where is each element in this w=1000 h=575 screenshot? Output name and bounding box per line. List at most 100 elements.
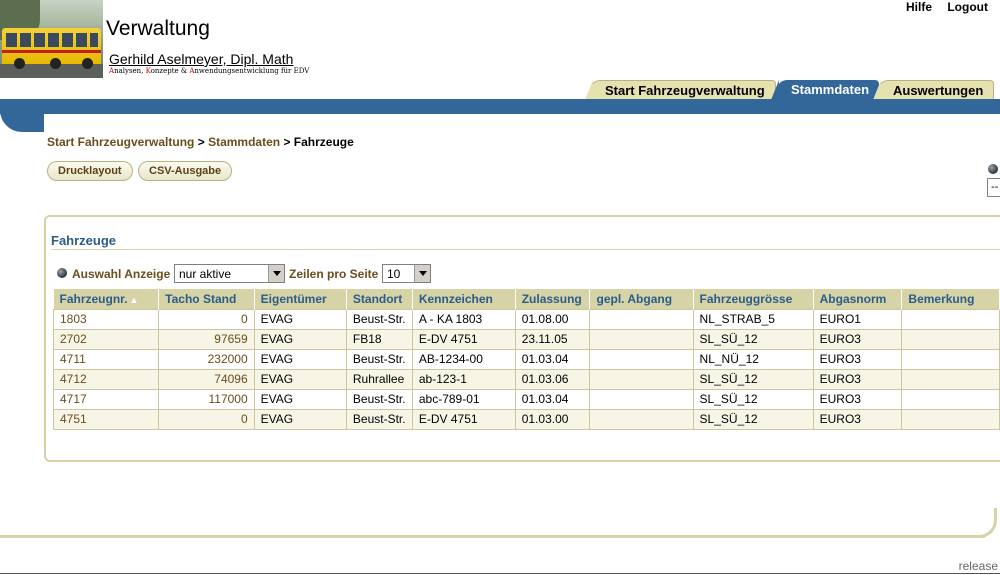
table-cell: EURO3: [812, 388, 903, 410]
table-cell: 117000: [158, 388, 255, 410]
bullet-icon: [988, 164, 998, 174]
table-row: 2702 97659 EVAG FB18 E-DV 4751 23.11.05 SL_SÜ_…: [52, 328, 1000, 350]
column-header-zulassung[interactable]: Zulassung: [515, 289, 591, 309]
table-row: 4751 0 EVAG Beust-Str. E-DV 4751 01.03.00 SL_S…: [52, 408, 1000, 430]
vehicle-number-link[interactable]: 4711: [52, 348, 160, 370]
nav-bar-curve: [0, 99, 44, 132]
table-cell: [589, 308, 694, 330]
vehicle-number-link[interactable]: 2702: [52, 328, 160, 350]
tab-label: Stammdaten: [791, 82, 870, 97]
table-cell: 01.03.00: [514, 408, 591, 430]
table-cell: 01.03.04: [514, 388, 591, 410]
tab-label: Start Fahrzeugverwaltung: [605, 83, 765, 98]
breadcrumb-current: Fahrzeuge: [293, 135, 354, 149]
logout-link[interactable]: Logout: [947, 0, 988, 14]
table-cell: EURO1: [812, 308, 903, 330]
table-cell: FB18: [345, 328, 413, 350]
table-cell: 01.08.00: [514, 308, 591, 330]
column-header-standort[interactable]: Standort: [346, 289, 413, 309]
table-cell: SL_SÜ_12: [692, 368, 814, 390]
column-header-fahrzeugnr[interactable]: Fahrzeugnr. ▲: [53, 289, 160, 309]
vehicle-number-link[interactable]: 4751: [52, 408, 160, 430]
table-cell: 01.03.04: [514, 348, 591, 370]
table-cell: 74096: [158, 368, 255, 390]
table-row: 1803 0 EVAG Beust-Str. A - KA 1803 01.08.00 NL…: [52, 308, 1000, 330]
column-header-eigentuemer[interactable]: Eigentümer: [254, 289, 347, 309]
vehicle-number-link[interactable]: 4717: [52, 388, 160, 410]
logo-bus-image: [0, 0, 103, 78]
table-cell: EURO3: [812, 368, 903, 390]
table-cell: 232000: [158, 348, 255, 370]
tab-stammdaten[interactable]: Stammdaten: [771, 80, 880, 100]
rows-per-page-select[interactable]: 10: [382, 264, 431, 283]
table-cell: 01.03.06: [514, 368, 591, 390]
table-cell: EURO3: [812, 348, 903, 370]
tab-start-fahrzeugverwaltung[interactable]: Start Fahrzeugverwaltung: [585, 80, 776, 100]
table-cell: EVAG: [253, 328, 347, 350]
table-cell: Beust-Str.: [345, 308, 413, 330]
bullet-icon: [57, 268, 67, 278]
app-title: Verwaltung: [106, 17, 210, 40]
table-cell: E-DV 4751: [411, 328, 516, 350]
table-cell: [901, 308, 1000, 330]
column-header-gepl-abgang[interactable]: gepl. Abgang: [589, 289, 694, 309]
table-cell: 23.11.05: [514, 328, 591, 350]
breadcrumb: Start Fahrzeugverwaltung > Stammdaten > …: [47, 135, 354, 149]
column-header-bemerkung[interactable]: Bemerkung: [901, 289, 1000, 309]
table-header-row: Fahrzeugnr. ▲ Tacho Stand Eigentümer Stan…: [53, 289, 1000, 309]
vehicle-number-link[interactable]: 4712: [52, 368, 160, 390]
breadcrumb-stammdaten[interactable]: Stammdaten: [208, 135, 280, 149]
table-cell: A - KA 1803: [411, 308, 516, 330]
table-cell: [589, 348, 694, 370]
tab-label: Auswertungen: [893, 83, 984, 98]
company-tagline: Analysen, Konzepte & Anwendungsentwicklu…: [109, 67, 310, 75]
table-cell: EVAG: [253, 368, 347, 390]
tab-auswertungen[interactable]: Auswertungen: [873, 80, 995, 100]
table-cell: [589, 328, 694, 350]
vehicle-number-link[interactable]: 1803: [52, 308, 160, 330]
table-cell: EVAG: [253, 348, 347, 370]
table-cell: AB-1234-00: [411, 348, 516, 370]
table-cell: NL_NÜ_12: [692, 348, 814, 370]
help-link[interactable]: Hilfe: [906, 0, 932, 14]
table-cell: [901, 328, 1000, 350]
table-cell: [901, 368, 1000, 390]
table-cell: E-DV 4751: [411, 408, 516, 430]
table-cell: Beust-Str.: [345, 388, 413, 410]
table-cell: NL_STRAB_5: [692, 308, 814, 330]
table-cell: ab-123-1: [411, 368, 516, 390]
table-cell: [901, 348, 1000, 370]
print-layout-button[interactable]: Drucklayout: [47, 161, 133, 181]
table-cell: Beust-Str.: [345, 348, 413, 370]
breadcrumb-start[interactable]: Start Fahrzeugverwaltung: [47, 135, 194, 149]
table-cell: [589, 388, 694, 410]
panel-title: Fahrzeuge: [51, 233, 117, 248]
release-label: release: [958, 559, 998, 573]
right-select[interactable]: --: [987, 178, 1000, 197]
rows-per-page-label: Zeilen pro Seite: [289, 267, 379, 281]
chevron-down-icon[interactable]: [268, 265, 284, 282]
csv-export-button[interactable]: CSV-Ausgabe: [138, 161, 233, 181]
global-links: Hilfe Logout: [894, 0, 988, 14]
table-cell: EVAG: [253, 388, 347, 410]
table-cell: Beust-Str.: [345, 408, 413, 430]
company-name: Gerhild Aselmeyer, Dipl. Math: [109, 51, 294, 67]
column-header-tacho-stand[interactable]: Tacho Stand: [158, 289, 255, 309]
nav-bar: [0, 99, 1000, 114]
table-cell: EVAG: [253, 308, 347, 330]
chevron-down-icon[interactable]: [414, 265, 430, 282]
table-cell: EURO3: [812, 328, 903, 350]
display-filter-select[interactable]: nur aktive: [174, 264, 285, 283]
column-header-kennzeichen[interactable]: Kennzeichen: [412, 289, 516, 309]
table-row: 4717 117000 EVAG Beust-Str. abc-789-01 01.03.…: [52, 388, 1000, 410]
table-cell: 0: [158, 408, 255, 430]
table-cell: abc-789-01: [411, 388, 516, 410]
table-cell: [589, 368, 694, 390]
column-header-abgasnorm[interactable]: Abgasnorm: [813, 289, 903, 309]
sort-ascending-icon[interactable]: ▲: [130, 295, 139, 305]
vehicles-table: Fahrzeugnr. ▲ Tacho Stand Eigentümer Stan…: [52, 289, 1000, 430]
table-cell: 97659: [158, 328, 255, 350]
table-cell: EURO3: [812, 408, 903, 430]
table-cell: 0: [158, 308, 255, 330]
column-header-fahrzeuggroesse[interactable]: Fahrzeuggrösse: [693, 289, 814, 309]
